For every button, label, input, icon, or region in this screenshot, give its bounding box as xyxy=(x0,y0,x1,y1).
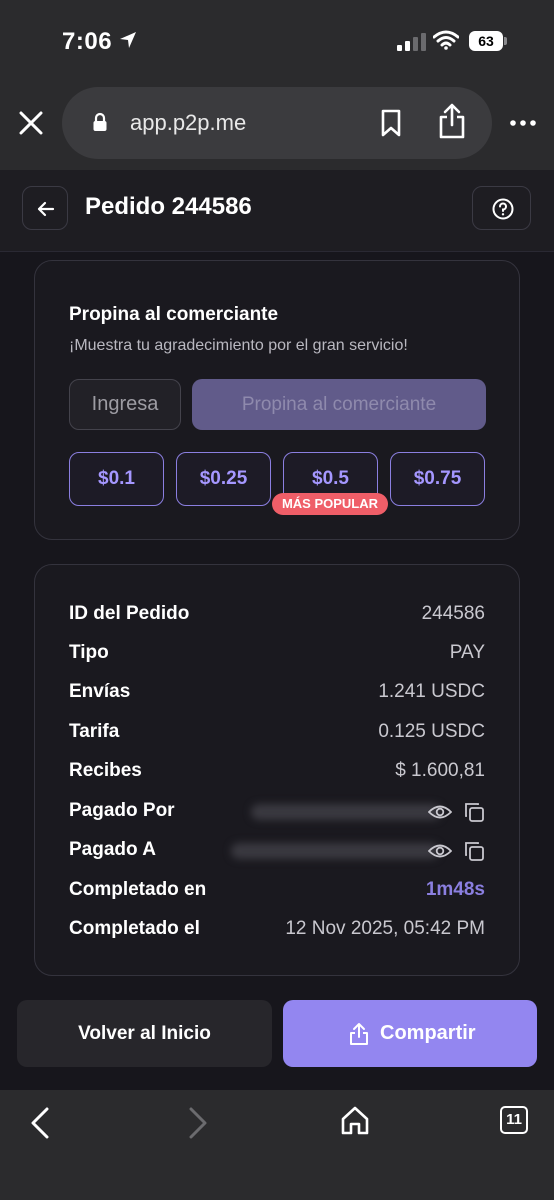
order-row: Envías 1.241 USDC xyxy=(69,681,485,705)
order-row-label: Completado en xyxy=(69,879,207,900)
address-bar[interactable]: app.p2p.me xyxy=(62,87,492,159)
more-options-icon[interactable] xyxy=(510,120,536,126)
back-button[interactable] xyxy=(22,186,68,230)
order-row-value: 0.125 USDC xyxy=(378,721,485,742)
location-arrow-icon xyxy=(120,32,136,48)
chevron-right-icon[interactable] xyxy=(188,1107,208,1139)
close-icon[interactable] xyxy=(18,110,44,136)
cellular-signal-icon xyxy=(397,33,426,51)
order-details-card: ID del Pedido 244586 Tipo PAY Envías 1.2… xyxy=(34,564,520,976)
share-icon[interactable] xyxy=(438,103,466,139)
tip-subtitle: ¡Muestra tu agradecimiento por el gran s… xyxy=(69,337,408,354)
copy-icon[interactable] xyxy=(463,801,485,823)
popular-badge: MÁS POPULAR xyxy=(272,493,388,515)
tip-amount-option[interactable]: $0.1 xyxy=(69,452,164,506)
order-row-value: 1.241 USDC xyxy=(378,681,485,702)
order-row-value: 244586 xyxy=(421,603,485,624)
order-row: Tipo PAY xyxy=(69,642,485,666)
share-button-label: Compartir xyxy=(380,1022,476,1044)
order-row: Recibes $ 1.600,81 xyxy=(69,760,485,784)
order-row: Tarifa 0.125 USDC xyxy=(69,721,485,745)
battery-level: 63 xyxy=(469,31,503,51)
order-row-label: Recibes xyxy=(69,760,142,781)
share-button[interactable]: Compartir xyxy=(283,1000,537,1067)
order-row: Completado en 1m48s xyxy=(69,879,485,903)
order-row-label: Envías xyxy=(69,681,131,702)
lock-icon xyxy=(93,112,107,131)
order-row-label: Tipo xyxy=(69,642,109,663)
tip-card: Propina al comerciante ¡Muestra tu agrad… xyxy=(34,260,520,540)
order-row-label: Tarifa xyxy=(69,721,120,742)
order-row-label: Pagado A xyxy=(69,839,156,860)
browser-toolbar: app.p2p.me xyxy=(0,80,554,170)
hidden-payer-value xyxy=(251,804,441,820)
page-title: Pedido 244586 xyxy=(85,193,252,220)
tip-amount-option[interactable]: $0.75 xyxy=(390,452,485,506)
tabs-count-icon[interactable]: 11 xyxy=(500,1106,528,1134)
order-row-value: $ 1.600,81 xyxy=(395,760,485,781)
tip-title: Propina al comerciante xyxy=(69,304,279,325)
help-button[interactable] xyxy=(472,186,531,230)
chevron-left-icon[interactable] xyxy=(30,1107,50,1139)
copy-icon[interactable] xyxy=(463,840,485,862)
url-text: app.p2p.me xyxy=(130,110,247,135)
order-row-value: PAY xyxy=(449,642,485,663)
hidden-payee-value xyxy=(231,843,439,859)
eye-icon[interactable] xyxy=(428,803,452,821)
bookmark-icon[interactable] xyxy=(380,109,402,137)
order-row-label: Pagado Por xyxy=(69,800,175,821)
back-to-home-button[interactable]: Volver al Inicio xyxy=(17,1000,272,1067)
order-row-label: Completado el xyxy=(69,918,200,939)
help-icon xyxy=(492,198,514,220)
wifi-icon xyxy=(433,30,459,50)
arrow-left-icon xyxy=(37,201,55,217)
battery-icon: 63 xyxy=(469,31,507,51)
browser-bottom-nav: 11 xyxy=(0,1090,554,1200)
status-bar: 7:06 63 xyxy=(0,0,554,80)
order-row: Pagado Por xyxy=(69,800,485,824)
order-row-value: 12 Nov 2025, 05:42 PM xyxy=(285,918,485,939)
eye-icon[interactable] xyxy=(428,842,452,860)
tip-amount-option[interactable]: $0.25 xyxy=(176,452,271,506)
order-row: ID del Pedido 244586 xyxy=(69,603,485,627)
order-row: Pagado A xyxy=(69,839,485,863)
order-row: Completado el 12 Nov 2025, 05:42 PM xyxy=(69,918,485,942)
tip-amount-input[interactable]: Ingresa xyxy=(69,379,181,430)
tip-submit-button[interactable]: Propina al comerciante xyxy=(192,379,486,430)
share-icon xyxy=(350,1023,368,1045)
app-header: Pedido 244586 xyxy=(0,170,554,252)
order-row-value: 1m48s xyxy=(425,879,485,900)
home-icon[interactable] xyxy=(340,1105,370,1135)
status-time: 7:06 xyxy=(62,28,113,55)
order-row-label: ID del Pedido xyxy=(69,603,190,624)
